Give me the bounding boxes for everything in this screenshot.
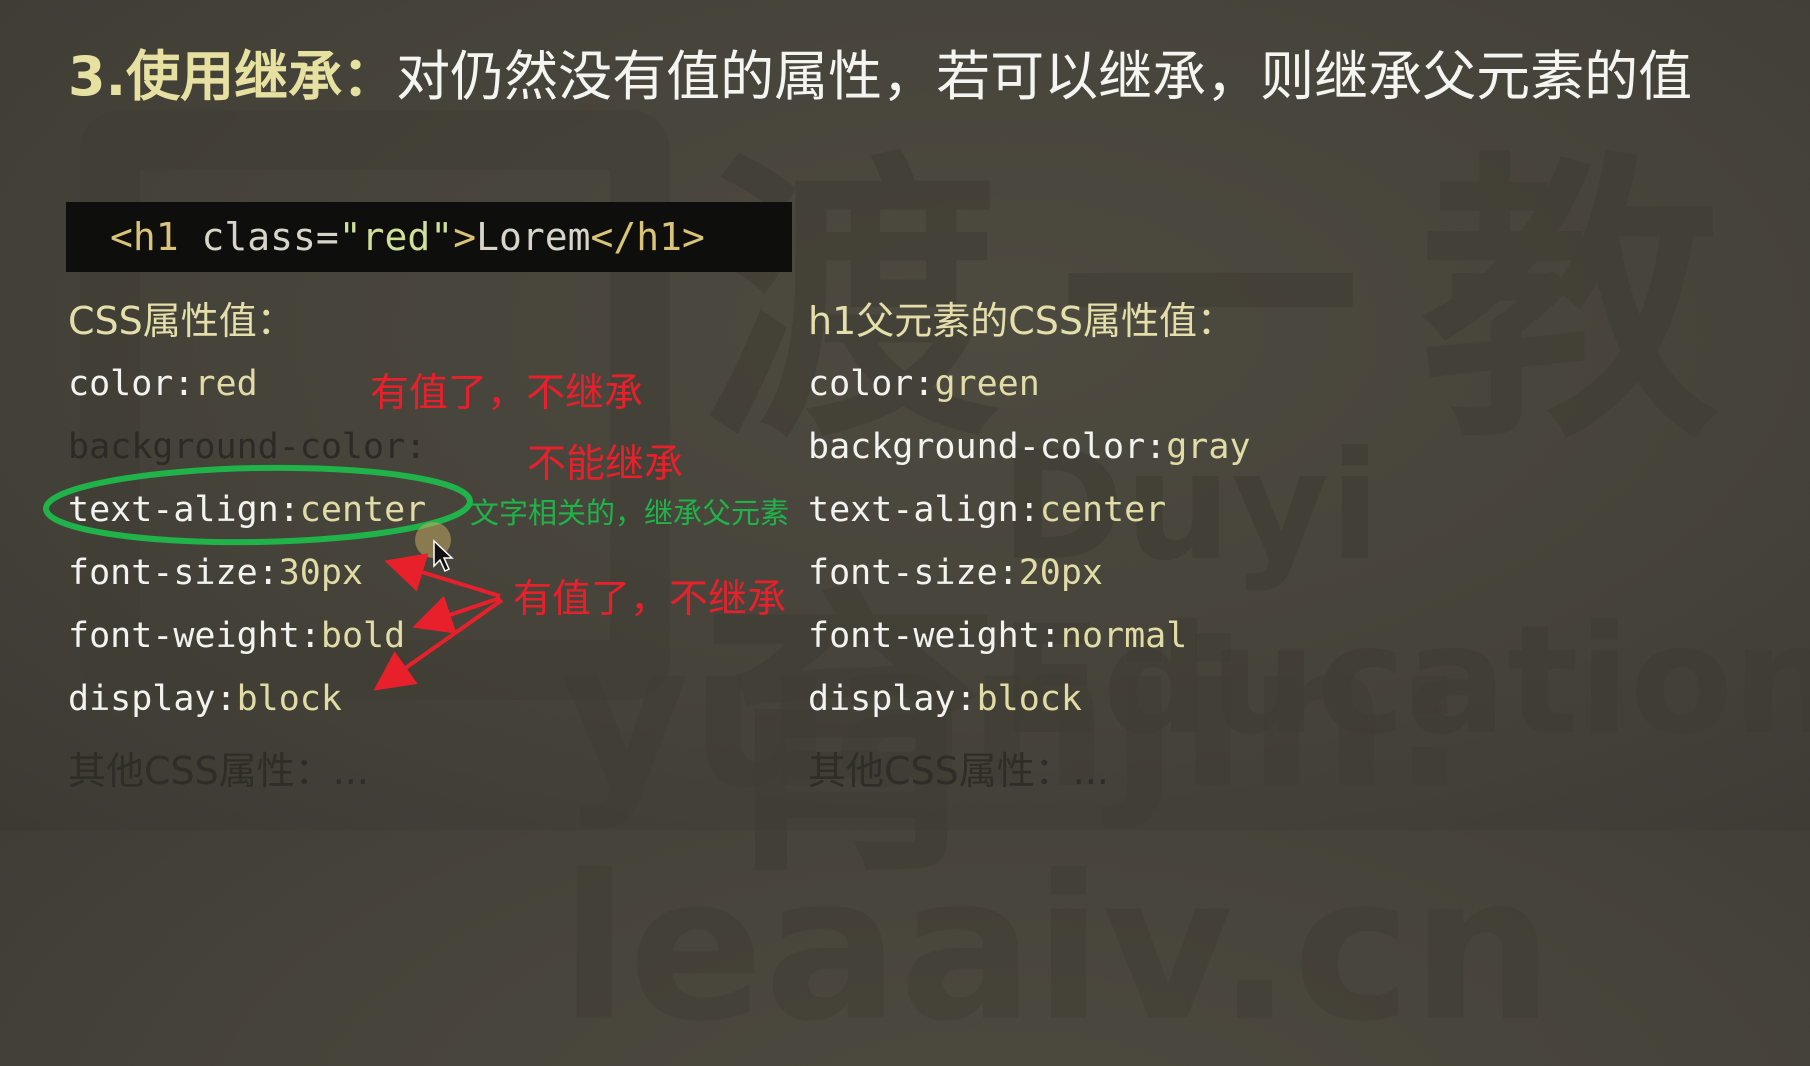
annotation-marks <box>43 464 504 691</box>
highlight-ellipse <box>43 464 473 546</box>
arrow-to-display <box>373 598 504 691</box>
